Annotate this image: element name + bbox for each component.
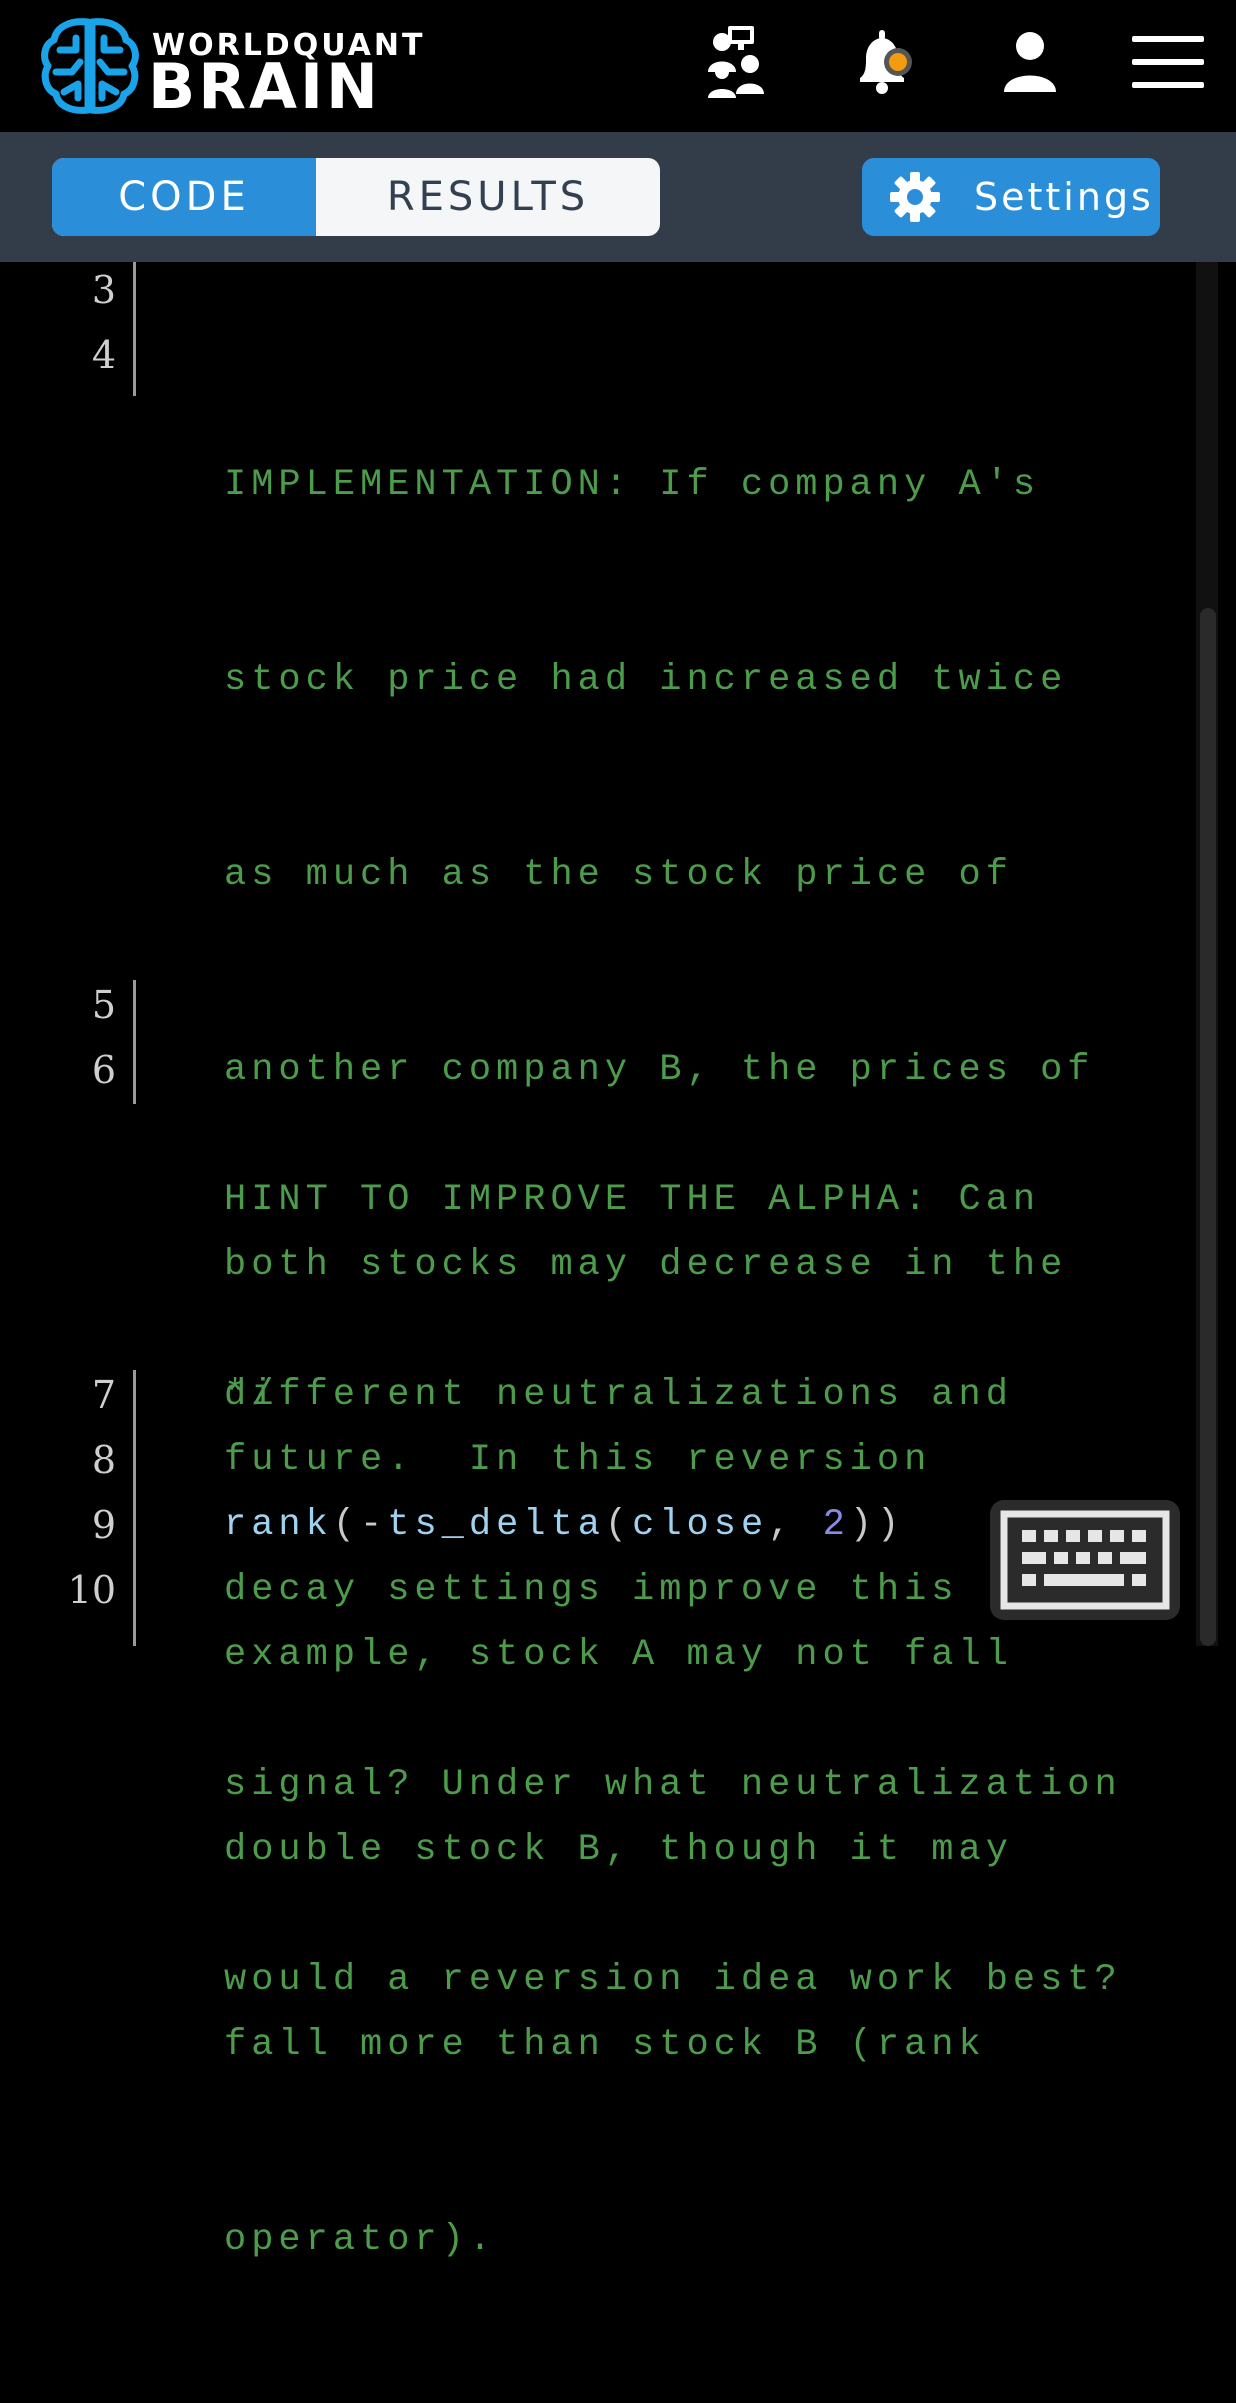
- line-number: 3: [91, 268, 116, 312]
- menu-icon[interactable]: [1128, 22, 1208, 102]
- editor-toolbar: CODE RESULTS Settings: [0, 132, 1236, 262]
- view-tabs: CODE RESULTS: [52, 158, 660, 236]
- gutter-bar-7-10: [133, 1370, 136, 1646]
- code-comment-end: */: [224, 1374, 279, 1416]
- line-number: 7: [91, 1373, 116, 1417]
- gutter-bar-5-6: [133, 980, 136, 1104]
- code-line-text: signal? Under what neutralization: [224, 1764, 1122, 1806]
- editor-scroll-thumb[interactable]: [1200, 608, 1216, 1646]
- keyboard-toggle-button[interactable]: [990, 1500, 1180, 1620]
- settings-label: Settings: [974, 175, 1154, 219]
- notification-bell-icon[interactable]: [842, 22, 922, 102]
- code-token-minus: -: [360, 1504, 388, 1546]
- line-number: 9: [91, 1503, 116, 1547]
- code-token-paren: (: [604, 1504, 633, 1546]
- worldquant-brain-logo[interactable]: WORLDQUANT BRAIN: [38, 14, 422, 123]
- tab-results[interactable]: RESULTS: [316, 158, 660, 236]
- tab-code[interactable]: CODE: [52, 158, 316, 236]
- code-token-number: 2: [822, 1504, 850, 1546]
- code-token-paren: (: [332, 1504, 361, 1546]
- brain-logo-icon: [41, 18, 139, 114]
- code-line-text: as much as the stock price of: [224, 854, 1013, 896]
- top-header: WORLDQUANT BRAIN: [0, 0, 1236, 132]
- code-token-function: rank: [224, 1504, 333, 1546]
- gutter-bar-3-4: [133, 262, 136, 396]
- user-icon[interactable]: [990, 22, 1070, 102]
- code-token-argument: close: [632, 1504, 769, 1546]
- code-token-paren: )): [849, 1504, 905, 1546]
- line-number: 8: [91, 1438, 116, 1482]
- settings-button[interactable]: Settings: [862, 158, 1160, 236]
- code-token-comma: ,: [768, 1504, 823, 1546]
- logo-text-bottom: BRAIN: [148, 50, 381, 123]
- line-number: 6: [91, 1048, 116, 1092]
- line-number: 5: [91, 983, 116, 1027]
- code-line-text: operator).: [224, 2219, 497, 2261]
- code-line-text: stock price had increased twice: [224, 659, 1068, 701]
- code-editor[interactable]: 3 4 5 6 7 8 9 10 IMPLEMENTATION: If comp…: [0, 262, 1236, 2261]
- line-number: 4: [91, 333, 116, 377]
- code-line-text: IMPLEMENTATION: If company A's: [224, 464, 1041, 506]
- gear-icon: [890, 172, 940, 222]
- team-icon[interactable]: [698, 22, 778, 102]
- code-line-text: would a reversion idea work best?: [224, 1959, 1122, 2001]
- line-number: 10: [67, 1568, 116, 1612]
- code-line-text: HINT TO IMPROVE THE ALPHA: Can: [224, 1179, 1041, 1221]
- keyboard-icon: [1000, 1510, 1170, 1610]
- notification-dot: [889, 53, 907, 71]
- code-token-function: ts_delta: [387, 1504, 605, 1546]
